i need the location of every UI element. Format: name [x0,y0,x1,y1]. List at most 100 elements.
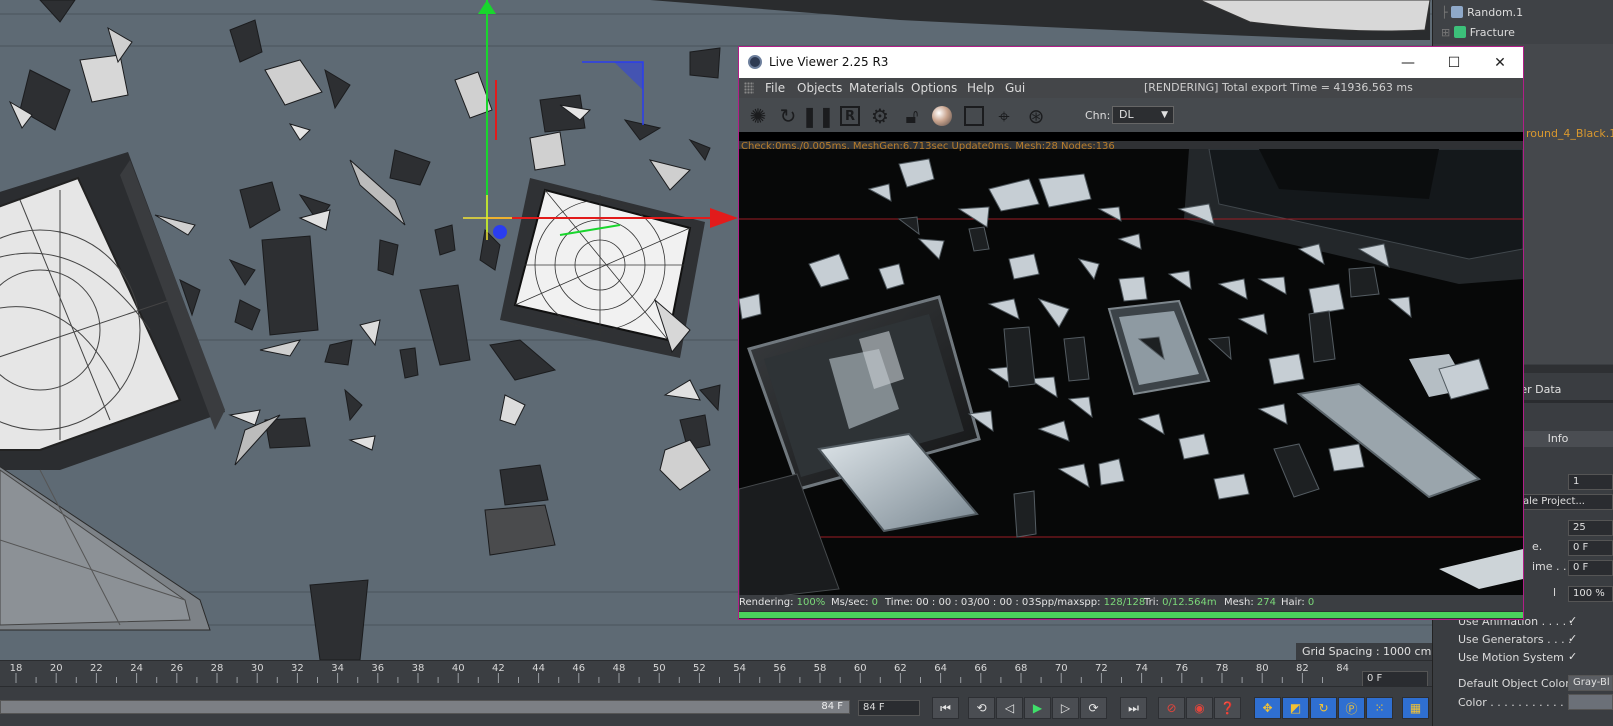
timeline-tick-label: 34 [331,663,344,674]
color-swatch[interactable] [1568,694,1613,710]
region-button[interactable] [961,103,987,129]
status-tri: Tri: 0/12.564m [1144,597,1217,608]
default-object-color-dropdown[interactable]: Gray-Bl [1568,675,1613,691]
settings-button[interactable]: ⚙ [867,103,893,129]
prev-key-button[interactable]: ⟲ [968,697,995,719]
viewer-top-strip [739,132,1523,141]
use-animation-checkbox[interactable]: ✓ [1568,615,1580,627]
live-viewer-toolbar: ✺ ↻ ❚❚ R ⚙ 🔓︎ ⌖ ⊛ Chn: DL ▼ [739,98,1523,132]
focus-pick-button[interactable]: ⌖ [991,103,1017,129]
material-preview-button[interactable] [929,103,955,129]
tree-branch-icon: ⊞ [1441,26,1451,39]
timeline-tick-label: 48 [613,663,626,674]
timeline-tick-label: 42 [492,663,505,674]
play-button[interactable]: ▶ [1024,697,1051,719]
go-to-end-button[interactable]: ⏭ [1120,697,1147,719]
attr-field-min-time[interactable]: 0 F [1568,540,1613,556]
pause-button[interactable]: ❚❚ [801,103,835,129]
render-progress-fill [739,612,1523,618]
live-viewer-titlebar[interactable]: Live Viewer 2.25 R3 — ☐ ✕ [739,47,1523,78]
use-motion-system-checkbox[interactable]: ✓ [1568,651,1580,663]
attr-field-max-time[interactable]: 0 F [1568,560,1613,576]
go-to-start-button[interactable]: ⏮ [932,697,959,719]
close-button[interactable]: ✕ [1477,47,1523,78]
timeline-tick-label: 64 [934,663,947,674]
timeline-tick-label: 56 [773,663,786,674]
menu-file[interactable]: File [765,81,785,95]
record-button[interactable]: ⊘ [1158,697,1185,719]
tree-item-random[interactable]: ├ Random.1 [1441,4,1523,22]
timeline-tick-label: 84 [1336,663,1349,674]
menu-options[interactable]: Options [911,81,957,95]
close-icon: ✕ [1494,54,1506,71]
wireframe-phone-left [0,466,211,631]
step-forward-button[interactable]: ▷ [1052,697,1079,719]
timeline-tick-label: 18 [10,663,23,674]
status-time: Time: 00 : 00 : 03/00 : 00 : 03 [885,597,1035,608]
menu-help[interactable]: Help [967,81,994,95]
live-viewer-statusbar: Rendering: 100% Ms/sec: 0 Time: 00 : 00 … [739,595,1523,611]
timeline-tick-label: 78 [1216,663,1229,674]
send-scene-button[interactable]: ✺ [745,103,771,129]
restart-button[interactable]: ↻ [775,103,801,129]
pause-icon: ❚❚ [801,104,835,128]
live-viewer-menubar: File Objects Materials Options Help Gui … [739,78,1523,98]
rotate-key-button[interactable]: ↻ [1310,697,1337,719]
status-mesh: Mesh: 274 [1224,597,1276,608]
question-icon: ❓ [1220,701,1235,715]
timeline-tick-label: 52 [693,663,706,674]
point-level-button[interactable]: Ⓟ [1338,697,1365,719]
move-key-button[interactable]: ✥ [1254,697,1281,719]
timeline-tick-label: 32 [291,663,304,674]
use-generators-label: Use Generators . . . . [1458,633,1572,646]
autokey-button[interactable]: ◉ [1186,697,1213,719]
menu-materials[interactable]: Materials [849,81,904,95]
attr-field-fps[interactable]: 25 [1568,520,1613,536]
grid-spacing-readout: Grid Spacing : 1000 cm [1296,643,1438,660]
lock-button[interactable]: 🔓︎ [899,103,925,129]
timeline-tick-label: 50 [653,663,666,674]
color-label: Color . . . . . . . . . . . . [1458,696,1571,709]
timeline-tick-label: 30 [251,663,264,674]
step-back-icon: ◁ [1004,701,1015,715]
timeline-tick-label: 38 [412,663,425,674]
maximize-icon: ☐ [1447,54,1461,71]
attr-field-project[interactable]: ale Project... [1518,494,1613,510]
channel-select[interactable]: DL ▼ [1112,106,1174,124]
end-frame-field[interactable]: 84 F [858,700,920,716]
render-view[interactable] [739,149,1523,597]
material-tag-label[interactable]: round_4_Black.1 [1526,127,1613,140]
use-generators-checkbox[interactable]: ✓ [1568,633,1580,645]
minimize-button[interactable]: — [1385,47,1431,78]
tree-branch-icon: ├ [1441,6,1448,19]
menu-objects[interactable]: Objects [797,81,842,95]
minimize-icon: — [1401,54,1415,71]
maximize-button[interactable]: ☐ [1431,47,1477,78]
grid-key-button[interactable]: ⁙ [1366,697,1393,719]
scale-key-button[interactable]: ◩ [1282,697,1309,719]
timeline-tick-label: 26 [170,663,183,674]
menu-gui[interactable]: Gui [1005,81,1025,95]
aperture-icon: ✺ [749,104,767,128]
film-strip-button[interactable]: ▦ [1402,697,1429,719]
live-viewer-window: Live Viewer 2.25 R3 — ☐ ✕ File Objects M… [738,46,1524,620]
attr-field-level[interactable]: 100 % [1568,586,1613,602]
step-back-button[interactable]: ◁ [996,697,1023,719]
material-pick-button[interactable]: ⊛ [1023,103,1049,129]
timeline-scrubber[interactable]: 84 F [0,700,850,714]
render-progress-bar [739,612,1523,618]
current-frame-field[interactable]: 0 F [1362,671,1428,687]
next-key-button[interactable]: ⟳ [1080,697,1107,719]
tree-item-label: Random.1 [1467,6,1524,19]
attr-label-min-time: e. [1532,540,1543,553]
timeline-ruler[interactable]: 18 20 22 24 26 28 30 32 34 36 38 40 42 44 46 48 50 52 54 56… [0,660,1432,686]
render-region-button[interactable]: R [837,103,863,129]
status-rendering: Rendering: 100% [739,597,826,608]
attr-field-1[interactable]: 1 [1568,474,1613,490]
material-pin-icon: ⊛ [1027,104,1045,128]
rotate-icon: ↻ [1318,701,1329,715]
tree-item-fracture[interactable]: ⊞ Fracture [1441,24,1515,42]
dots-grid-icon: ⁙ [1374,701,1385,715]
keyframe-selection-button[interactable]: ❓ [1214,697,1241,719]
region-icon [964,106,984,126]
